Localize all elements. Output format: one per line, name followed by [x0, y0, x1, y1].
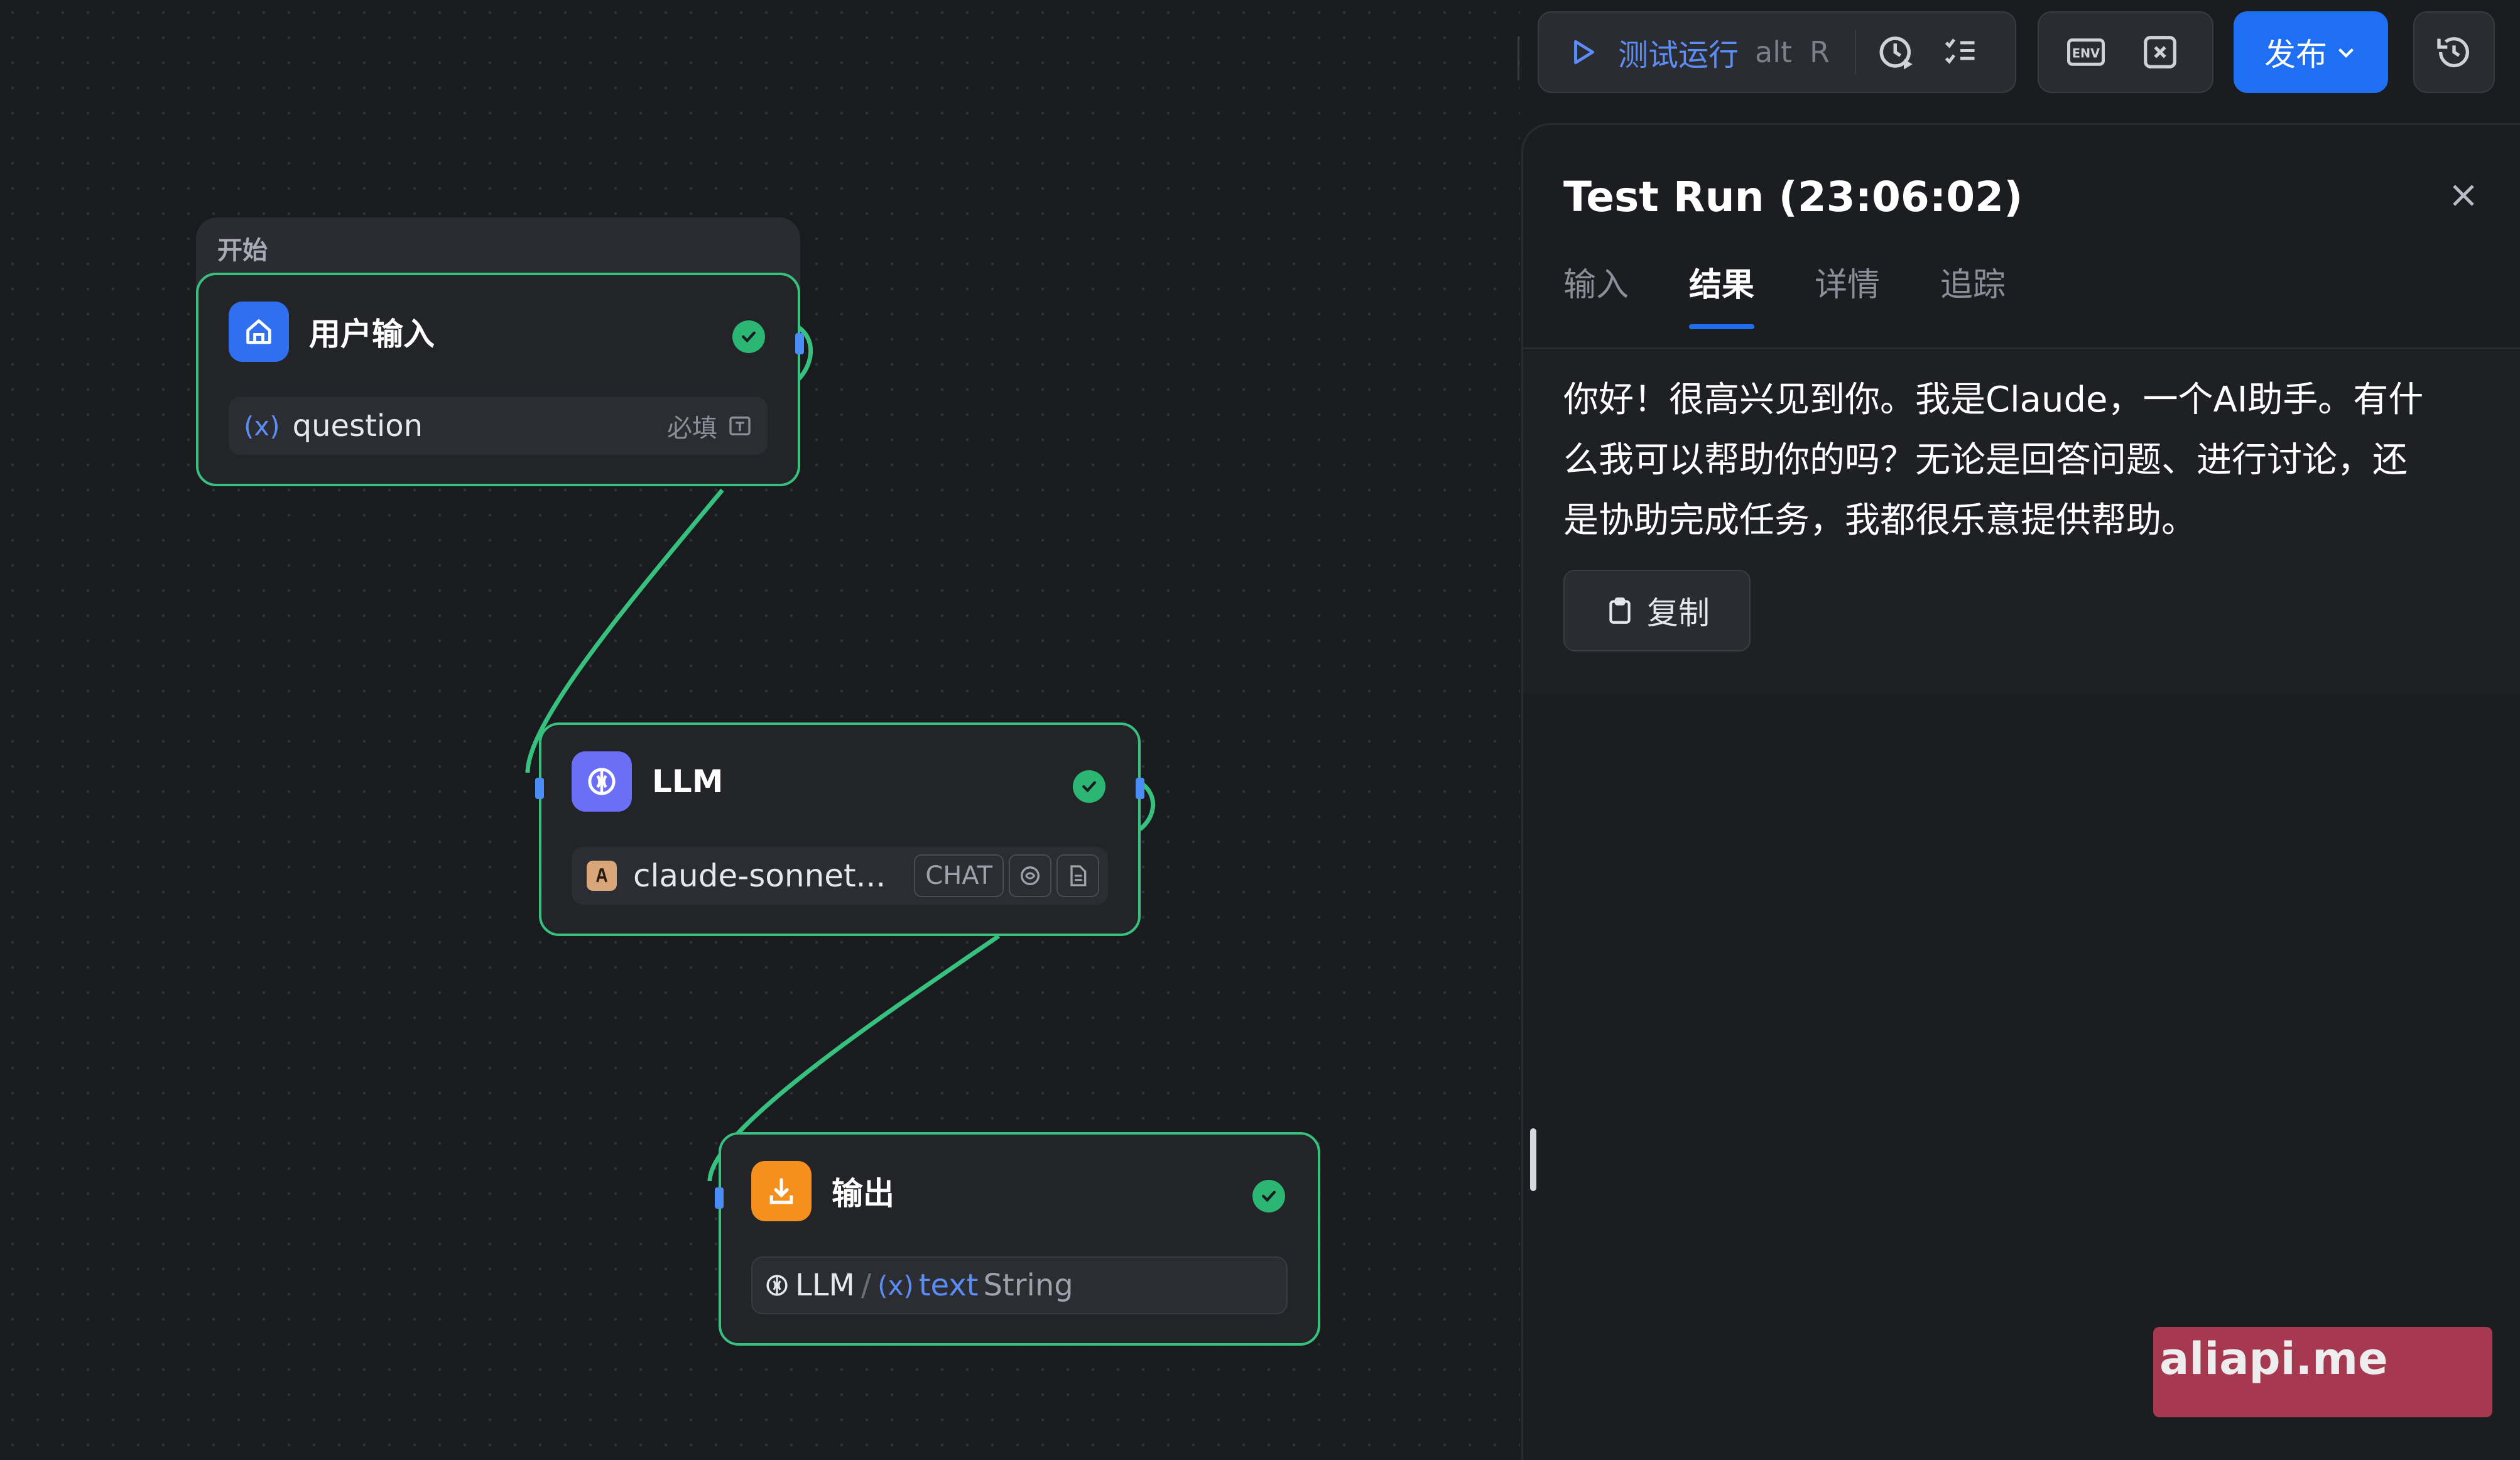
- result-line: 你好！很高兴见到你。我是Claude，一个AI助手。有什: [1563, 379, 2424, 420]
- env-button[interactable]: ENV: [2065, 31, 2107, 73]
- param-row-question[interactable]: (x) question 必填: [229, 397, 768, 455]
- copy-label: 复制: [1647, 595, 1710, 631]
- variables-button[interactable]: [2141, 33, 2180, 72]
- test-run-button[interactable]: 测试运行 alt R: [1568, 13, 1830, 92]
- tab-result[interactable]: 结果: [1689, 258, 1755, 329]
- publish-label: 发布: [2264, 36, 2327, 73]
- variable-icon: (x): [877, 1270, 914, 1301]
- home-icon: [229, 302, 289, 362]
- chevron-down-icon: [2338, 48, 2354, 58]
- shortcut-key: R: [1810, 35, 1830, 69]
- tab-input[interactable]: 输入: [1563, 258, 1629, 327]
- close-icon: [2453, 185, 2474, 206]
- output-handle[interactable]: [795, 333, 804, 354]
- panel-tabs: 输入 结果 详情 追踪: [1563, 258, 2066, 329]
- svg-text:ENV: ENV: [2072, 46, 2100, 60]
- source-node-name: LLM: [795, 1268, 855, 1303]
- start-group-label: 开始: [217, 236, 268, 265]
- output-var-row[interactable]: LLM / (x) text String: [751, 1256, 1288, 1314]
- panel-title: Test Run (23:06:02): [1563, 173, 2023, 221]
- output-handle[interactable]: [1136, 778, 1144, 799]
- copy-button[interactable]: 复制: [1563, 570, 1751, 651]
- test-run-panel: Test Run (23:06:02) 输入 结果 详情 追踪 你好！很高兴见到…: [1521, 123, 2520, 1460]
- anthropic-icon: [587, 861, 617, 891]
- model-name: claude-sonnet...: [633, 858, 886, 894]
- toolbar-divider: [1518, 36, 1519, 80]
- top-toolbar: 测试运行 alt R ENV 发布: [0, 11, 2520, 93]
- success-check-icon: [1073, 770, 1105, 803]
- user-input-title: 用户输入: [309, 316, 435, 352]
- close-button[interactable]: [2445, 177, 2482, 214]
- output-icon: [751, 1161, 812, 1221]
- required-label: 必填: [667, 414, 717, 443]
- play-icon: [1574, 40, 1594, 65]
- tab-details[interactable]: 详情: [1815, 258, 1880, 327]
- input-handle[interactable]: [535, 778, 544, 799]
- success-check-icon: [732, 320, 765, 353]
- llm-title: LLM: [652, 763, 724, 800]
- run-button-group: 测试运行 alt R: [1538, 11, 2016, 93]
- test-run-label: 测试运行: [1618, 38, 1739, 73]
- vision-icon: [1009, 854, 1051, 897]
- shortcut-mod: alt: [1755, 35, 1793, 69]
- success-check-icon: [1252, 1180, 1285, 1212]
- var-type: String: [983, 1268, 1073, 1303]
- tab-trace[interactable]: 追踪: [1940, 258, 2006, 327]
- env-button-group: ENV: [2038, 11, 2213, 93]
- tabs-divider: [1523, 347, 2520, 349]
- var-name: text: [918, 1268, 979, 1303]
- document-icon: [1056, 854, 1099, 897]
- output-title: 输出: [832, 1175, 894, 1212]
- llm-icon: [572, 751, 632, 812]
- param-name: question: [292, 408, 423, 444]
- checklist-icon: [1945, 38, 1975, 64]
- path-separator: /: [861, 1268, 872, 1303]
- clipboard-icon: [1609, 597, 1631, 624]
- text-field-icon: [727, 413, 752, 439]
- env-icon: ENV: [2067, 38, 2105, 66]
- user-input-node[interactable]: 用户输入 (x) question 必填: [196, 273, 804, 486]
- output-node[interactable]: 输出 LLM / (x) text String: [715, 1132, 1320, 1346]
- panel-resize-handle[interactable]: [1530, 1128, 1536, 1191]
- llm-node[interactable]: LLM claude-sonnet... CHAT: [535, 722, 1144, 936]
- watermark: aliapi.me: [2153, 1327, 2492, 1417]
- version-history-button[interactable]: [2413, 11, 2495, 93]
- result-line: 是协助完成任务，我都很乐意提供帮助。: [1563, 500, 2197, 541]
- publish-button[interactable]: 发布: [2234, 11, 2388, 93]
- variable-box-icon: [2144, 36, 2176, 68]
- llm-small-icon: [764, 1272, 790, 1299]
- clock-play-icon: [1879, 36, 1913, 70]
- result-text: 你好！很高兴见到你。我是Claude，一个AI助手。有什 么我可以帮助你的吗？无…: [1563, 370, 2493, 551]
- result-line: 么我可以帮助你的吗？无论是回答问题、进行讨论，还: [1563, 440, 2408, 481]
- checklist-button[interactable]: [1942, 33, 1979, 71]
- input-handle[interactable]: [715, 1187, 724, 1209]
- variable-icon: (x): [244, 410, 280, 442]
- history-icon: [2437, 37, 2469, 68]
- run-history-button[interactable]: [1876, 31, 1918, 73]
- chat-mode-tag: CHAT: [914, 854, 1004, 897]
- model-row[interactable]: claude-sonnet... CHAT: [572, 847, 1108, 905]
